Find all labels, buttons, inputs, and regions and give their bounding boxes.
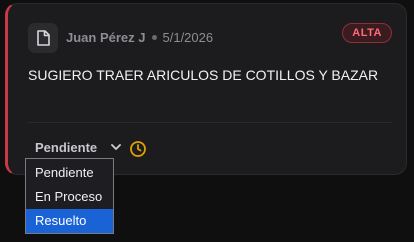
suggestion-card: Juan Pérez J 5/1/2026 ALTA SUGIERO TRAER … [5,3,407,175]
card-date: 5/1/2026 [162,30,214,45]
clock-icon[interactable] [129,140,147,158]
status-option-en-proceso[interactable]: En Proceso [26,185,113,209]
separator-dot [151,35,157,41]
chevron-down-icon [111,144,122,151]
suggestion-message: SUGIERO TRAER ARICULOS DE COTILLOS Y BAZ… [28,67,379,83]
status-select[interactable]: Pendiente [35,140,122,155]
status-option-resuelto[interactable]: Resuelto [26,209,113,233]
status-option-pendiente[interactable]: Pendiente [26,161,113,185]
status-dropdown-list: Pendiente En Proceso Resuelto [25,158,114,234]
priority-badge: ALTA [342,23,392,43]
divider [28,122,392,123]
author-name: Juan Pérez J [66,30,146,45]
status-select-value: Pendiente [35,140,98,155]
card-meta: Juan Pérez J 5/1/2026 [66,30,213,45]
document-icon [28,23,58,53]
